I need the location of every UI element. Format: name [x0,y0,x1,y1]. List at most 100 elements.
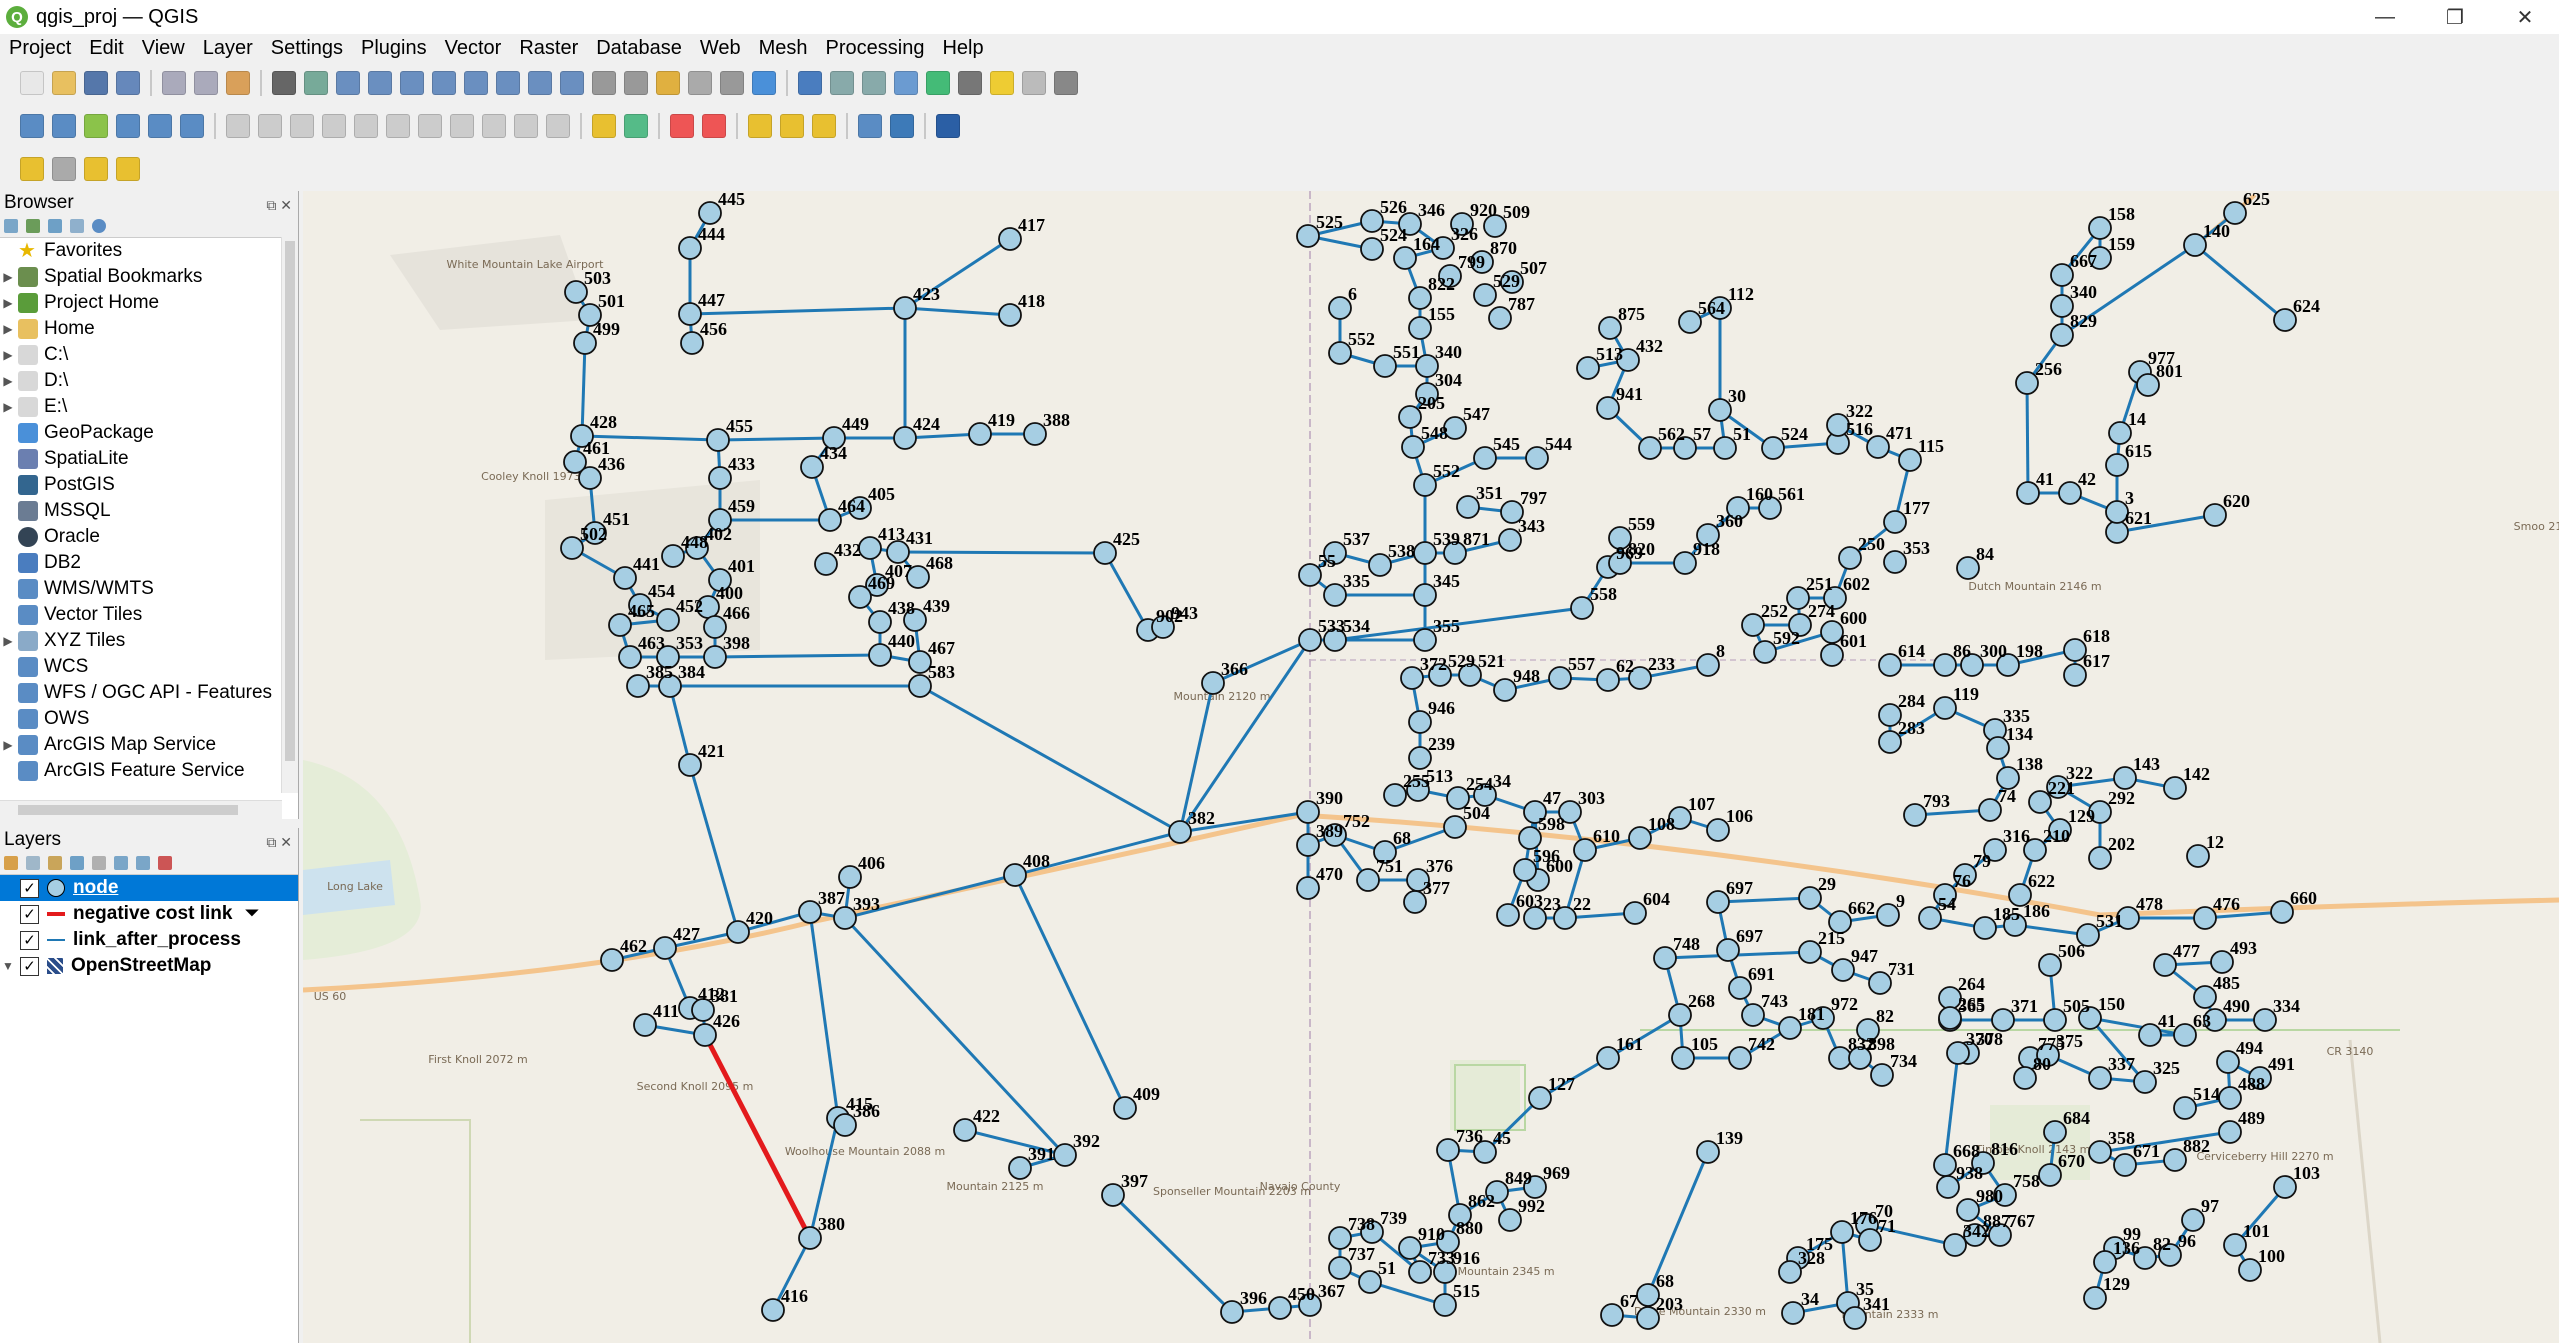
expand-arrow-icon[interactable]: ▶ [0,374,16,388]
browser-item-postgis[interactable]: PostGIS [0,472,298,498]
paste-icon[interactable] [482,114,506,138]
attribute-table-icon[interactable] [830,71,854,95]
save-as-icon[interactable] [116,71,140,95]
menu-settings[interactable]: Settings [262,37,352,60]
close-button[interactable]: ✕ [2490,0,2559,34]
sum-icon[interactable] [926,71,950,95]
zoom-full-icon[interactable] [400,71,424,95]
browser-item-arcgis-feature-service[interactable]: ArcGIS Feature Service [0,758,298,784]
layer-openstreetmap[interactable]: ▼ ✓ OpenStreetMap [0,953,298,979]
layout-manager-icon[interactable] [194,71,218,95]
browser-item-home[interactable]: ▶ Home [0,316,298,342]
expand-arrow-icon[interactable]: ▶ [0,400,16,414]
browser-item-oracle[interactable]: Oracle [0,524,298,550]
text-annotation-icon[interactable] [1054,71,1078,95]
diagram-icon[interactable] [624,114,648,138]
vertex-tool-icon[interactable] [354,114,378,138]
layer-visibility-checkbox[interactable]: ✓ [20,930,39,950]
menu-raster[interactable]: Raster [510,37,587,60]
browser-hscrollbar[interactable] [0,800,282,819]
select-by-value-icon[interactable] [52,157,76,181]
filter-expression-icon[interactable] [92,856,106,870]
new-geopackage-icon[interactable] [52,114,76,138]
collapse-arrow-icon[interactable]: ▼ [0,959,16,973]
info-icon[interactable] [92,219,106,233]
data-source-manager-icon[interactable] [20,114,44,138]
label-icon[interactable] [592,114,616,138]
pan-to-selection-icon[interactable] [304,71,328,95]
layer-node[interactable]: ✓ node [0,875,298,901]
new-3d-view-icon[interactable] [624,71,648,95]
layer-negative-cost-link[interactable]: ✓ negative cost link ⏷ [0,901,298,927]
digitize-icon[interactable] [322,114,346,138]
python-console-icon[interactable] [890,114,914,138]
menu-processing[interactable]: Processing [817,37,934,60]
browser-item-geopackage[interactable]: GeoPackage [0,420,298,446]
browser-item-arcgis-map-service[interactable]: ▶ ArcGIS Map Service [0,732,298,758]
add-group-icon[interactable] [26,856,40,870]
open-project-icon[interactable] [52,71,76,95]
pin-labels-icon[interactable] [670,114,694,138]
menu-mesh[interactable]: Mesh [750,37,817,60]
map-canvas[interactable]: White Mountain Lake Airport Cooley Knoll … [303,191,2559,1343]
zoom-in-icon[interactable] [336,71,360,95]
cut-icon[interactable] [418,114,442,138]
measure-icon[interactable] [958,71,982,95]
select-by-rectangle-icon[interactable] [20,157,44,181]
menu-help[interactable]: Help [933,37,992,60]
settings-icon[interactable] [894,71,918,95]
show-bookmarks-icon[interactable] [688,71,712,95]
panel-float-close-icon[interactable]: ⧉ ✕ [266,193,292,217]
show-hide-labels-icon[interactable] [702,114,726,138]
expand-arrow-icon[interactable]: ▶ [0,348,16,362]
filter-legend-icon[interactable] [70,856,84,870]
zoom-out-icon[interactable] [368,71,392,95]
temporal-controller-icon[interactable] [720,71,744,95]
collapse-all-icon[interactable] [70,219,84,233]
browser-item-vector-tiles[interactable]: Vector Tiles [0,602,298,628]
collapse-all-icon[interactable] [136,856,150,870]
new-map-view-icon[interactable] [592,71,616,95]
browser-item-ows[interactable]: OWS [0,706,298,732]
browser-item-c[interactable]: ▶ C:\ [0,342,298,368]
maximize-button[interactable]: ❐ [2420,0,2490,34]
browser-item-e[interactable]: ▶ E:\ [0,394,298,420]
browser-item-spatial-bookmarks[interactable]: ▶ Spatial Bookmarks [0,264,298,290]
zoom-to-layer-icon[interactable] [464,71,488,95]
refresh-icon[interactable] [752,71,776,95]
menu-project[interactable]: Project [0,37,80,60]
zoom-last-icon[interactable] [528,71,552,95]
expand-arrow-icon[interactable]: ▶ [0,270,16,284]
zoom-next-icon[interactable] [560,71,584,95]
style-icon[interactable] [4,856,18,870]
expand-arrow-icon[interactable]: ▶ [0,738,16,752]
zoom-to-selection-icon[interactable] [432,71,456,95]
browser-item-project-home[interactable]: ▶ Project Home [0,290,298,316]
gps-icon[interactable] [858,114,882,138]
map-svg[interactable]: White Mountain Lake AirportCooley Knoll … [303,191,2559,1343]
select-features-icon[interactable] [1022,71,1046,95]
layer-visibility-checkbox[interactable]: ✓ [20,956,39,976]
browser-item-wcs[interactable]: WCS [0,654,298,680]
menu-vector[interactable]: Vector [436,37,511,60]
filter-icon[interactable]: ⏷ [244,903,259,925]
statistics-icon[interactable] [862,71,886,95]
browser-scrollbar[interactable] [281,237,298,793]
layer-visibility-checkbox[interactable]: ✓ [20,878,39,898]
refresh-icon[interactable] [26,219,40,233]
move-label-icon[interactable] [748,114,772,138]
layer-link-after-process[interactable]: ✓ link_after_process [0,927,298,953]
expand-arrow-icon[interactable]: ▶ [0,296,16,310]
new-project-icon[interactable] [20,71,44,95]
rotate-label-icon[interactable] [780,114,804,138]
style-manager-icon[interactable] [226,71,250,95]
identify-icon[interactable] [798,71,822,95]
panel-float-close-icon[interactable]: ⧉ ✕ [266,830,292,854]
save-edits-icon[interactable] [290,114,314,138]
deselect-all-icon[interactable] [84,157,108,181]
browser-item-mssql[interactable]: MSSQL [0,498,298,524]
new-temporary-layer-icon[interactable] [148,114,172,138]
new-shapefile-icon[interactable] [84,114,108,138]
browser-item-wfs-ogc-api-features[interactable]: WFS / OGC API - Features [0,680,298,706]
menu-layer[interactable]: Layer [194,37,262,60]
